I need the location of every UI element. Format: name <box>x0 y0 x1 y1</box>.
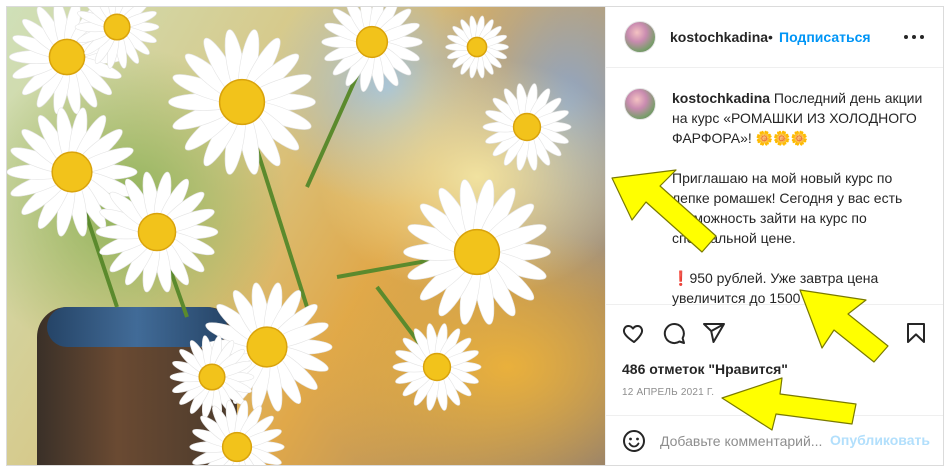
comment-bar: Опубликовать <box>606 415 943 465</box>
daisy-1 <box>168 29 316 175</box>
post-header: kostochkadina • Подписаться <box>606 7 943 68</box>
caption-line-3: 950 рублей. Уже завтра цена увеличится д… <box>672 270 879 306</box>
daisy-2 <box>321 7 423 92</box>
daisy-12 <box>445 15 509 79</box>
separator-dot: • <box>768 29 773 45</box>
daisy-8 <box>392 323 482 411</box>
publish-button[interactable]: Опубликовать <box>830 432 930 448</box>
post-date[interactable]: 12 АПРЕЛЬ 2021 Г. <box>622 387 714 398</box>
exclamation-icon: ❗ <box>672 270 690 286</box>
emoji-icon[interactable] <box>622 429 646 453</box>
follow-button[interactable]: Подписаться <box>779 29 871 45</box>
more-options-icon[interactable] <box>904 29 926 45</box>
daisy-6 <box>403 179 551 325</box>
caption-line-2: Приглашаю на мой новый курс по лепке ром… <box>672 170 903 246</box>
post-photo[interactable] <box>7 7 605 465</box>
post-side-panel: kostochkadina • Подписаться kostochkadin… <box>605 7 943 465</box>
caption-username[interactable]: kostochkadina <box>672 90 770 106</box>
share-icon[interactable] <box>702 321 726 345</box>
action-bar <box>606 313 943 353</box>
caption-avatar[interactable] <box>624 88 656 120</box>
header-username[interactable]: kostochkadina <box>670 29 768 45</box>
instagram-post: kostochkadina • Подписаться kostochkadin… <box>6 6 944 466</box>
daisy-10 <box>482 83 572 171</box>
bookmark-icon[interactable] <box>904 321 928 345</box>
comment-input[interactable] <box>660 431 828 451</box>
avatar[interactable] <box>624 21 656 53</box>
caption-text: kostochkadina Последний день акции на ку… <box>672 88 930 308</box>
likes-count[interactable]: 486 отметок "Нравится" <box>622 361 788 377</box>
daisies-illustration <box>7 7 572 465</box>
heart-icon[interactable] <box>622 321 646 345</box>
post-caption: kostochkadina Последний день акции на ку… <box>606 68 943 308</box>
comment-icon[interactable] <box>662 321 686 345</box>
